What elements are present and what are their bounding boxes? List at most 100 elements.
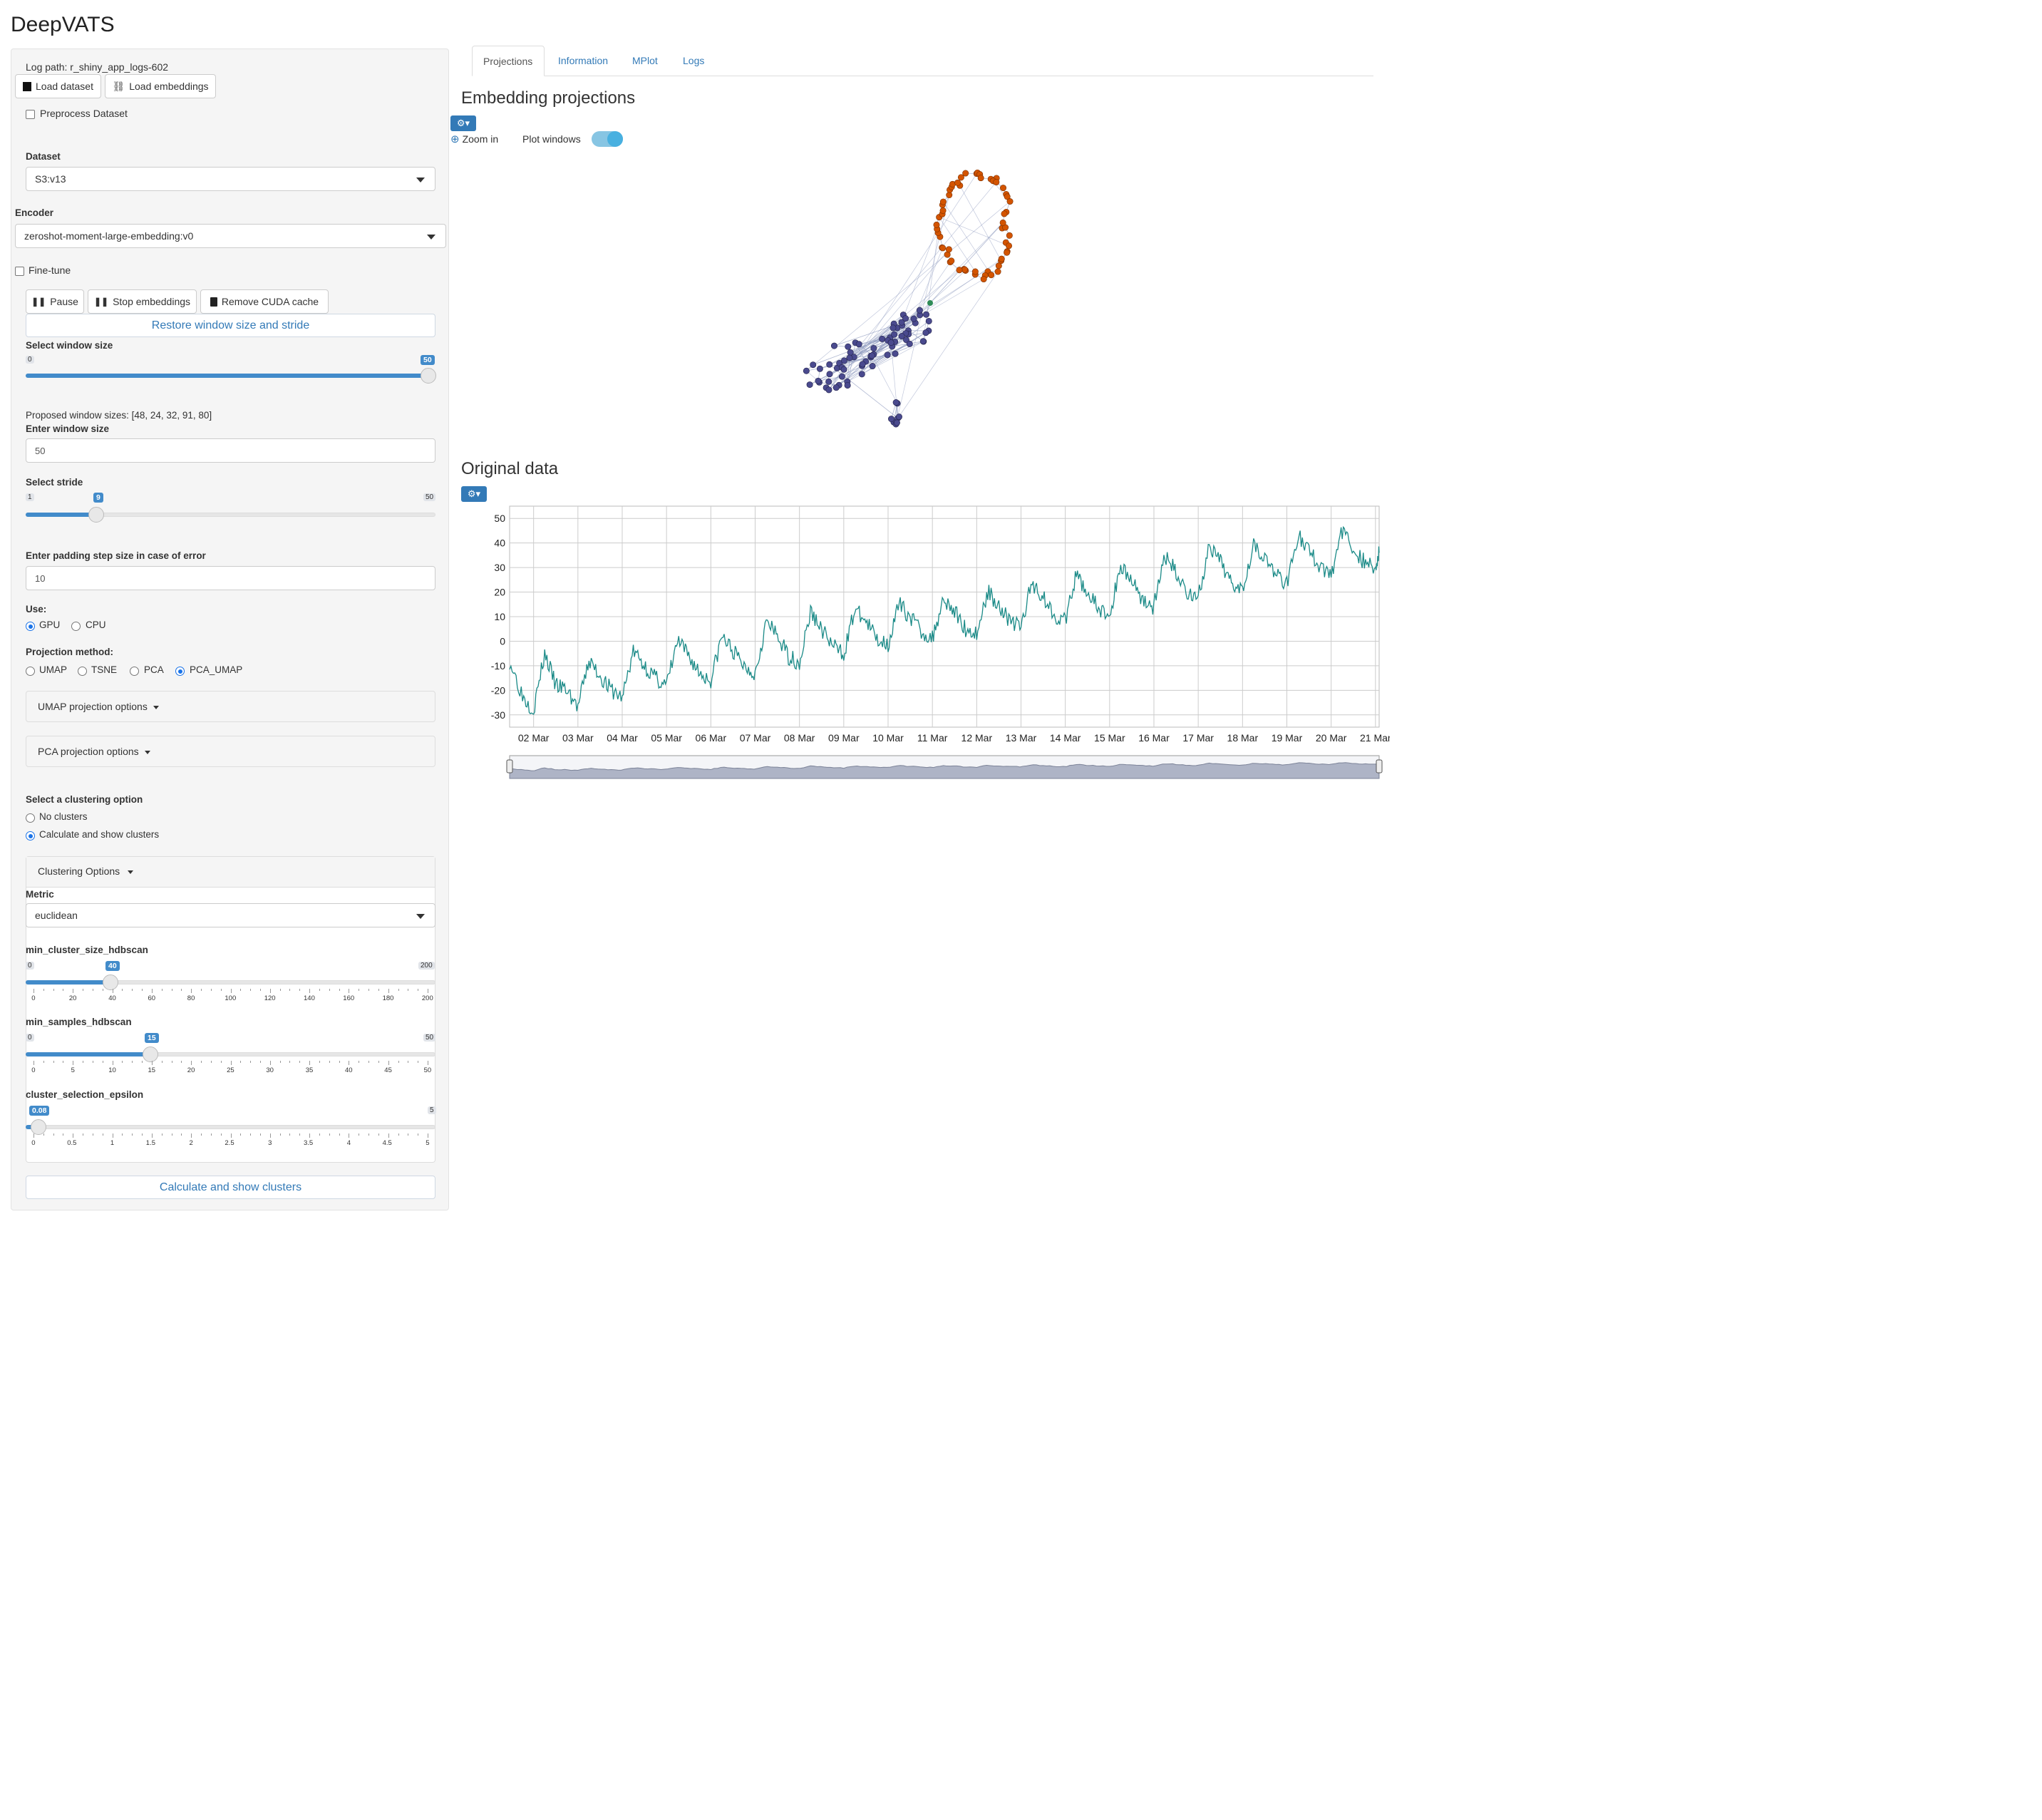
radio-umap[interactable] xyxy=(26,667,35,676)
plot-windows-toggle[interactable] xyxy=(592,131,623,147)
slider-minor-tick xyxy=(259,1133,261,1136)
radio-gpu[interactable] xyxy=(26,622,35,631)
slider-tick xyxy=(151,1061,153,1065)
window-size-input[interactable]: 50 xyxy=(26,438,435,463)
slider-min: 1 xyxy=(26,493,34,501)
slider-minor-tick xyxy=(43,1061,44,1063)
slider-minor-tick xyxy=(299,1061,301,1063)
caret-down-icon xyxy=(128,870,133,874)
caret-down-icon xyxy=(145,751,150,754)
load-embeddings-button[interactable]: ⛓ Load embeddings xyxy=(105,74,216,98)
finetune-checkbox[interactable] xyxy=(15,267,24,276)
calculate-clusters-button[interactable]: Calculate and show clusters xyxy=(26,1176,435,1199)
embedding-projection-plot[interactable] xyxy=(784,157,1041,442)
preprocess-label: Preprocess Dataset xyxy=(40,108,128,119)
radio-pca[interactable] xyxy=(130,667,139,676)
x-tick-label: 18 Mar xyxy=(1227,732,1259,744)
stop-embeddings-button[interactable]: ❚❚ Stop embeddings xyxy=(88,289,197,314)
slider-tick-label: 50 xyxy=(423,1066,432,1074)
radio-pca-umap[interactable] xyxy=(175,667,185,676)
chevron-down-icon xyxy=(416,178,425,182)
slider-tick xyxy=(33,1133,34,1138)
slider-minor-tick xyxy=(299,989,301,991)
slider-minor-tick xyxy=(319,1061,320,1063)
min-cluster-handle[interactable] xyxy=(103,975,118,990)
slider-minor-tick xyxy=(142,989,143,991)
slider-minor-tick xyxy=(53,989,54,991)
remove-cuda-button[interactable]: Remove CUDA cache xyxy=(200,289,329,314)
load-dataset-label: Load dataset xyxy=(36,81,93,92)
cluster-point-purple xyxy=(830,342,837,349)
projection-edge xyxy=(959,185,1001,261)
encoder-label: Encoder xyxy=(15,207,54,218)
plot-windows-label: Plot windows xyxy=(522,133,581,145)
pause-button[interactable]: ❚❚ Pause xyxy=(26,289,84,314)
metric-select[interactable]: euclidean xyxy=(26,903,435,927)
cluster-point-orange xyxy=(956,267,963,274)
stride-handle[interactable] xyxy=(88,507,104,523)
slider-tick xyxy=(309,989,311,993)
y-tick-label: -10 xyxy=(491,660,505,672)
y-tick-label: 50 xyxy=(494,513,505,524)
restore-window-button[interactable]: Restore window size and stride xyxy=(26,314,435,337)
cluster-point-purple xyxy=(888,416,895,423)
slider-minor-tick xyxy=(240,1133,242,1136)
slider-tick xyxy=(388,1133,389,1138)
tab-projections[interactable]: Projections xyxy=(472,46,545,76)
slider-tick-label: 100 xyxy=(225,994,237,1002)
window-size-handle[interactable] xyxy=(421,368,436,384)
x-tick-label: 12 Mar xyxy=(961,732,993,744)
tab-information[interactable]: Information xyxy=(558,55,608,66)
slider-minor-tick xyxy=(329,1133,330,1136)
chevron-down-icon xyxy=(427,235,435,240)
zoom-in-button[interactable]: ⊕ Zoom in xyxy=(450,133,498,145)
toggle-knob xyxy=(607,131,623,147)
slider-tick xyxy=(230,1133,232,1138)
slider-tick-label: 0.5 xyxy=(67,1139,77,1147)
slider-minor-tick xyxy=(132,989,133,991)
radio-show-clusters[interactable] xyxy=(26,831,35,840)
slider-tick xyxy=(269,1061,271,1065)
min-samples-handle[interactable] xyxy=(143,1047,158,1062)
original-data-chart[interactable]: 50 40 30 20 10 0 -10 -20 -30 02 Mar 03 Mar 04 Mar 05… xyxy=(456,499,1390,798)
cluster-point-orange xyxy=(1001,210,1008,217)
clustering-options-header[interactable]: Clustering Options xyxy=(26,857,435,888)
slider-tick-label: 1.5 xyxy=(145,1139,156,1147)
radio-tsne[interactable] xyxy=(78,667,87,676)
radio-umap-label: UMAP xyxy=(39,664,68,675)
projection-edge xyxy=(897,271,999,418)
cluster-point-purple xyxy=(922,329,929,336)
epsilon-handle[interactable] xyxy=(31,1119,46,1135)
x-tick-label: 20 Mar xyxy=(1316,732,1347,744)
cluster-point-orange xyxy=(988,272,995,279)
slider-minor-tick xyxy=(368,1133,370,1136)
slider-max: 50 xyxy=(423,1034,436,1042)
x-tick-label: 21 Mar xyxy=(1360,732,1390,744)
slider-minor-tick xyxy=(132,1133,133,1136)
projection-settings-button[interactable]: ⚙▾ xyxy=(450,115,476,131)
tab-logs[interactable]: Logs xyxy=(683,55,704,66)
projection-edge xyxy=(872,355,898,403)
slider-minor-tick xyxy=(220,989,222,991)
cluster-point-purple xyxy=(893,419,900,426)
slider-minor-tick xyxy=(398,1133,399,1136)
cluster-point-purple xyxy=(858,371,865,378)
cluster-point-purple xyxy=(803,367,810,374)
umap-options-panel[interactable]: UMAP projection options xyxy=(26,691,435,722)
tab-mplot[interactable]: MPlot xyxy=(632,55,658,66)
dataset-select[interactable]: S3:v13 xyxy=(26,167,435,191)
load-dataset-button[interactable]: Load dataset xyxy=(15,74,101,98)
slider-minor-tick xyxy=(161,989,163,991)
pca-options-panel[interactable]: PCA projection options xyxy=(26,736,435,767)
y-tick-label: 0 xyxy=(500,635,505,647)
slider-min: 0 xyxy=(26,356,34,364)
cluster-point-orange xyxy=(1006,232,1013,239)
cluster-point-orange xyxy=(939,207,947,214)
radio-no-clusters[interactable] xyxy=(26,813,35,823)
encoder-select[interactable]: zeroshot-moment-large-embedding:v0 xyxy=(15,224,446,248)
projection-edge xyxy=(842,269,960,368)
radio-cpu[interactable] xyxy=(71,622,81,631)
padding-input[interactable]: 10 xyxy=(26,566,435,590)
cluster-point-purple xyxy=(879,335,886,342)
preprocess-checkbox[interactable] xyxy=(26,110,35,119)
